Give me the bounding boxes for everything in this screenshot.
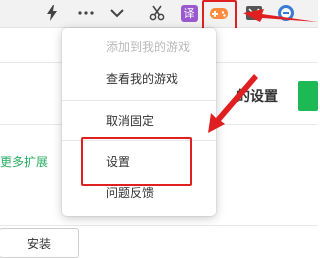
settings-heading: 的设置 [236,89,278,105]
translate-icon[interactable]: 译 [179,3,199,23]
page-divider [0,124,62,125]
page-divider [0,62,62,63]
page-divider [216,62,318,63]
chevron-down-icon[interactable] [107,3,127,23]
menu-item-unpin[interactable]: 取消固定 [62,108,216,132]
settings-highlight [81,137,192,186]
reader-icon[interactable] [244,3,264,23]
menu-item-view-my-games[interactable]: 查看我的游戏 [62,66,216,90]
context-menu: 添加到我的游戏 查看我的游戏 取消固定 设置 问题反馈 [62,28,216,216]
green-toggle-button[interactable] [298,81,318,111]
more-extensions-link[interactable]: 更多扩展 [0,153,48,170]
scissors-icon[interactable] [147,3,167,23]
menu-item-add-to-my-games: 添加到我的游戏 [106,39,191,54]
more-dots-icon[interactable] [76,3,96,23]
menu-separator [62,100,216,101]
page-divider [216,124,318,125]
translate-label: 译 [180,4,198,22]
page-divider [0,225,318,226]
extension-icon[interactable] [276,3,296,23]
browser-toolbar: 译 [0,0,318,28]
lightning-icon[interactable] [42,3,62,23]
